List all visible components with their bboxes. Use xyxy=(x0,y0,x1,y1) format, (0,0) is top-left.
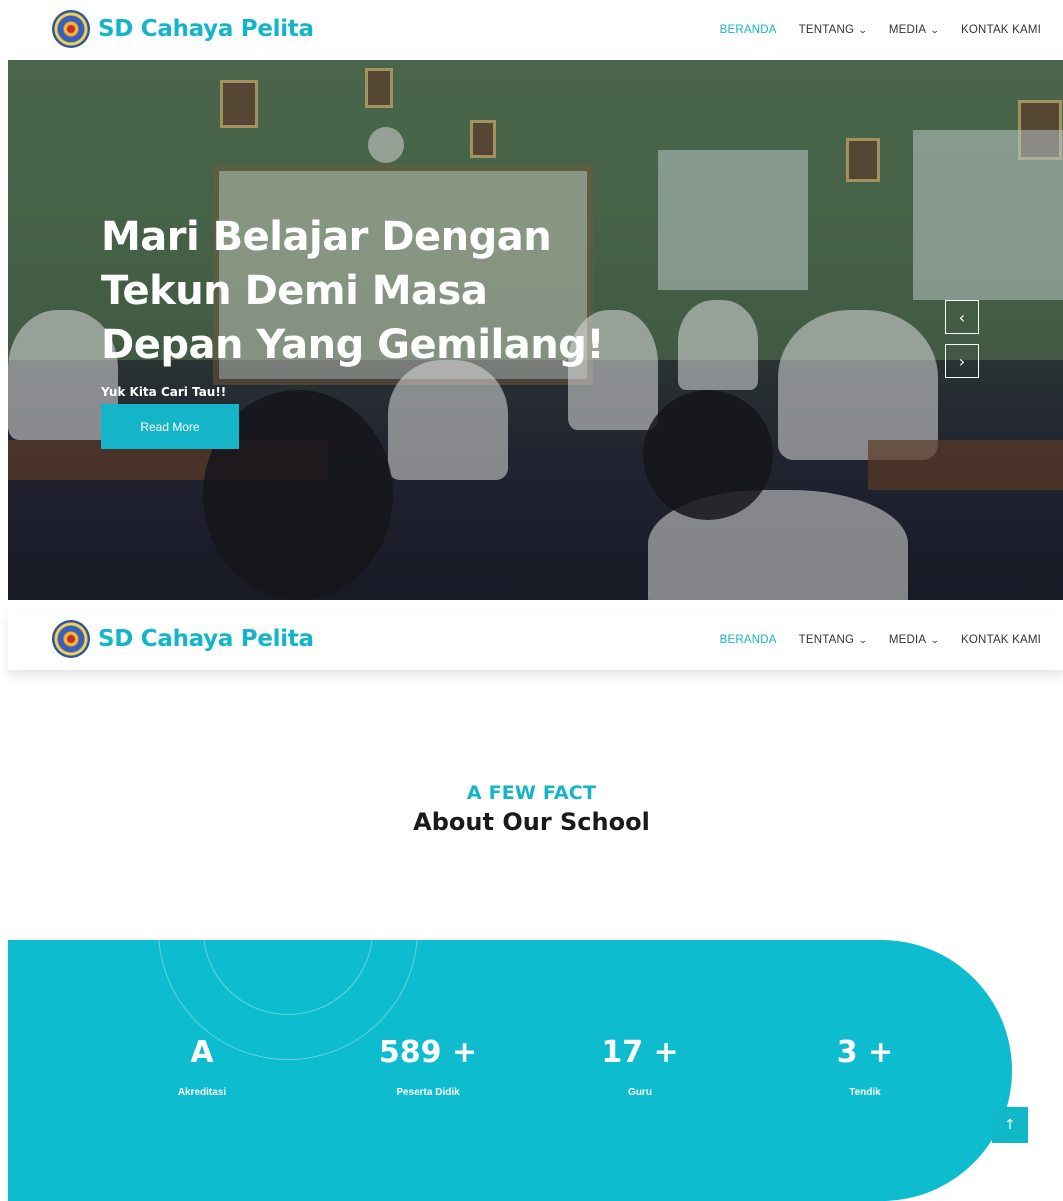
hero-subtitle: Yuk Kita Cari Tau!! xyxy=(101,385,227,399)
hero-bg-window xyxy=(913,130,1063,300)
nav-item-media[interactable]: MEDIA ⌄ xyxy=(888,24,941,36)
chevron-right-icon: › xyxy=(958,351,966,371)
school-logo-icon xyxy=(52,10,90,48)
nav-item-media[interactable]: MEDIA ⌄ xyxy=(888,634,941,646)
nav-item-label: KONTAK KAMI xyxy=(961,634,1041,646)
hero-title-line: Depan Yang Gemilang! xyxy=(101,322,605,368)
slider-next-button[interactable]: › xyxy=(945,344,979,378)
slider-prev-button[interactable]: ‹ xyxy=(945,300,979,334)
stat-guru: 17 + Guru xyxy=(560,1035,720,1098)
stat-value: 589 + xyxy=(378,1035,478,1070)
stat-value: 17 + xyxy=(601,1035,679,1070)
facts-title: About Our School xyxy=(413,808,650,836)
nav-item-label: MEDIA xyxy=(888,24,927,36)
chevron-down-icon: ⌄ xyxy=(930,634,941,645)
hero-bg-student xyxy=(778,310,938,460)
school-logo-icon xyxy=(52,620,90,658)
read-more-button[interactable]: Read More xyxy=(101,404,239,449)
top-navbar: SD Cahaya Pelita BERANDA TENTANG ⌄ MEDIA… xyxy=(8,0,1063,60)
nav-item-label: BERANDA xyxy=(719,634,777,646)
back-to-top-button[interactable]: ↑ xyxy=(992,1107,1028,1143)
main-menu: BERANDA TENTANG ⌄ MEDIA ⌄ KONTAK KAMI xyxy=(698,610,1041,670)
facts-kicker: A FEW FACT xyxy=(466,782,597,804)
stat-value: A xyxy=(190,1035,214,1070)
chevron-down-icon: ⌄ xyxy=(857,634,869,645)
hero-bg-desk xyxy=(868,440,1063,490)
stat-value: 3 + xyxy=(836,1035,894,1070)
sticky-navbar: SD Cahaya Pelita BERANDA TENTANG ⌄ MEDIA… xyxy=(8,610,1063,670)
stat-label: Akreditasi xyxy=(177,1087,227,1098)
hero-bg-window xyxy=(658,150,808,290)
hero-bg-frame xyxy=(365,68,393,108)
stat-peserta-didik: 589 + Peserta Didik xyxy=(348,1035,508,1098)
hero-bg-frame xyxy=(220,80,258,128)
facts-heading: A FEW FACT About Our School xyxy=(0,782,1063,836)
brand[interactable]: SD Cahaya Pelita xyxy=(52,620,314,658)
brand[interactable]: SD Cahaya Pelita xyxy=(52,10,314,48)
brand-name: SD Cahaya Pelita xyxy=(98,16,314,42)
nav-item-beranda[interactable]: BERANDA xyxy=(720,634,777,646)
nav-item-tentang[interactable]: TENTANG ⌄ xyxy=(798,634,869,646)
stat-label: Guru xyxy=(628,1087,652,1098)
hero-bg-student xyxy=(388,360,508,480)
hero-bg-head xyxy=(643,390,773,520)
hero-bg-frame xyxy=(846,138,880,182)
hero-title-line: Tekun Demi Masa xyxy=(101,268,488,314)
chevron-left-icon: ‹ xyxy=(958,307,966,327)
main-menu: BERANDA TENTANG ⌄ MEDIA ⌄ KONTAK KAMI xyxy=(698,0,1041,60)
hero-slider: Mari Belajar Dengan Tekun Demi Masa Depa… xyxy=(8,60,1063,600)
nav-item-kontak-kami[interactable]: KONTAK KAMI xyxy=(961,634,1041,646)
arrow-up-icon: ↑ xyxy=(1004,1117,1016,1133)
nav-item-tentang[interactable]: TENTANG ⌄ xyxy=(798,24,869,36)
hero-title-line: Mari Belajar Dengan xyxy=(101,214,552,260)
brand-name: SD Cahaya Pelita xyxy=(98,626,314,652)
nav-item-label: KONTAK KAMI xyxy=(961,24,1041,36)
chevron-down-icon: ⌄ xyxy=(930,24,941,35)
stat-label: Peserta Didik xyxy=(396,1087,460,1098)
nav-item-label: TENTANG xyxy=(798,24,855,36)
stat-label: Tendik xyxy=(849,1087,881,1098)
hero-bg-frame xyxy=(470,120,496,158)
nav-item-label: TENTANG xyxy=(798,634,855,646)
hero-bg-clock xyxy=(368,127,404,163)
stat-akreditasi: A Akreditasi xyxy=(122,1035,282,1098)
nav-item-label: BERANDA xyxy=(719,24,777,36)
hero-bg-student xyxy=(678,300,758,390)
nav-item-label: MEDIA xyxy=(888,634,927,646)
hero-title: Mari Belajar Dengan Tekun Demi Masa Depa… xyxy=(101,210,661,372)
nav-item-kontak-kami[interactable]: KONTAK KAMI xyxy=(961,24,1041,36)
stats-band: A Akreditasi 589 + Peserta Didik 17 + Gu… xyxy=(8,940,1012,1201)
chevron-down-icon: ⌄ xyxy=(857,24,869,35)
stat-tendik: 3 + Tendik xyxy=(785,1035,945,1098)
nav-item-beranda[interactable]: BERANDA xyxy=(720,24,777,36)
